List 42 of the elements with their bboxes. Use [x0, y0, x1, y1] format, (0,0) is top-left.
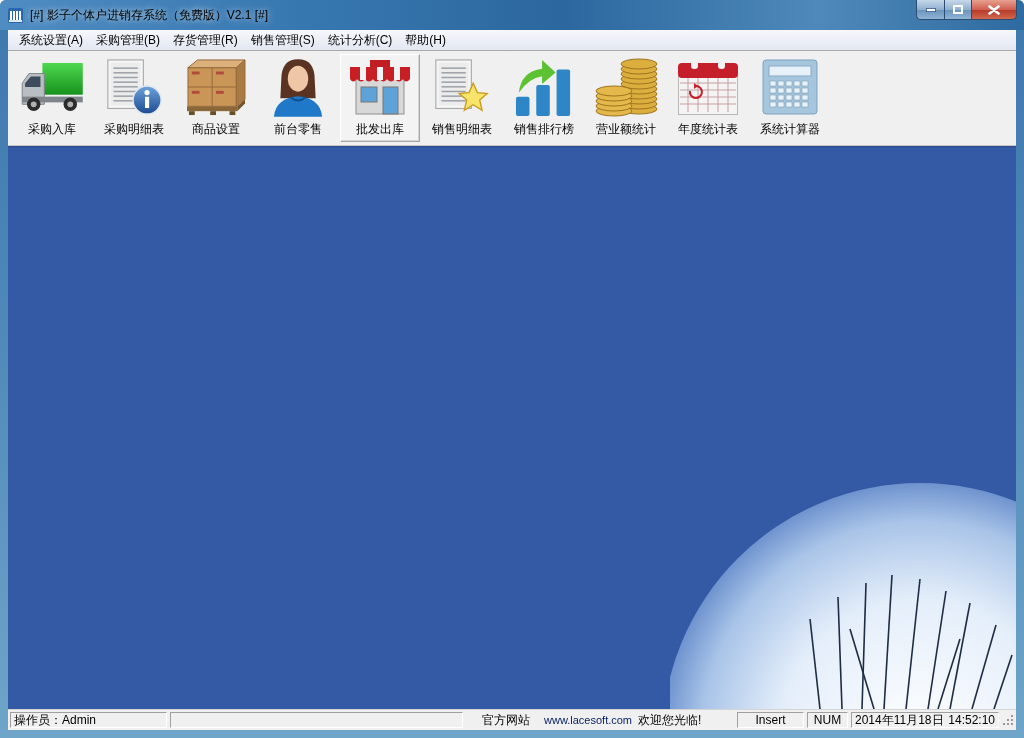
- boxes-icon: [185, 57, 247, 116]
- minimize-button[interactable]: [916, 0, 944, 20]
- window-title: [#] 影子个体户进销存系统（免费版）V2.1 [#]: [30, 6, 269, 24]
- toolbar-button[interactable]: 商品设置: [176, 54, 256, 142]
- maximize-button[interactable]: [944, 0, 971, 20]
- toolbar-button[interactable]: 营业额统计: [586, 54, 666, 142]
- menu-item[interactable]: 采购管理(B): [89, 29, 166, 51]
- toolbar-button[interactable]: 批发出库: [340, 54, 420, 142]
- num-lock-status: NUM: [807, 712, 848, 728]
- app-icon: [8, 7, 23, 23]
- menu-item[interactable]: 帮助(H): [398, 29, 452, 51]
- menu-item[interactable]: 销售管理(S): [243, 29, 321, 51]
- website-link[interactable]: www.lacesoft.com: [544, 714, 633, 726]
- shop-icon: [348, 58, 412, 115]
- document-info-icon: [106, 58, 162, 115]
- date-text: 2014年11月18日: [855, 711, 944, 729]
- calculator-icon: [762, 58, 818, 115]
- insert-mode-status: Insert: [737, 712, 804, 728]
- maximize-icon: [953, 5, 963, 14]
- close-icon: [988, 4, 1000, 15]
- document-star-icon: [434, 58, 490, 115]
- menu-item[interactable]: 统计分析(C): [320, 29, 399, 51]
- welcome-text: 欢迎您光临!: [638, 711, 702, 729]
- time-text: 14:52:10: [948, 713, 995, 727]
- toolbar-button[interactable]: 年度统计表: [668, 54, 748, 142]
- operator-status: 操作员：Admin: [10, 712, 167, 728]
- toolbar-button[interactable]: 销售明细表: [422, 54, 502, 142]
- bar-chart-icon: [515, 57, 573, 116]
- menu-item[interactable]: 存货管理(R): [166, 29, 244, 51]
- menu-item[interactable]: 系统设置(A): [12, 29, 89, 51]
- truck-icon: [21, 61, 83, 112]
- coins-icon: [594, 56, 658, 117]
- website-label: 官方网站: [482, 711, 530, 729]
- close-button[interactable]: [971, 0, 1017, 20]
- minimize-icon: [925, 7, 936, 12]
- toolbar-button[interactable]: 销售排行榜: [504, 54, 584, 142]
- toolbar-button[interactable]: 采购明细表: [94, 54, 174, 142]
- toolbar-button[interactable]: 系统计算器: [750, 54, 830, 142]
- toolbar-button[interactable]: 采购入库: [12, 54, 92, 142]
- person-icon: [272, 56, 324, 117]
- resize-grip-icon: [1002, 714, 1014, 726]
- toolbar-button[interactable]: 前台零售: [258, 54, 338, 142]
